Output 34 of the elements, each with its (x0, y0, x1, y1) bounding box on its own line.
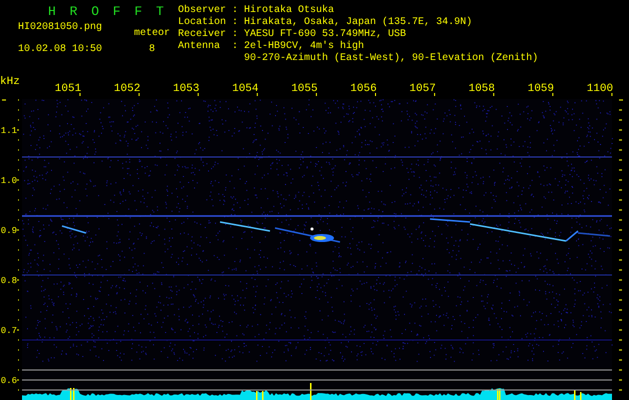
x-axis-label: 1100 (586, 83, 614, 95)
info-value: Hirotaka Otsuka (244, 5, 336, 16)
info-value: YAESU FT-690 53.749MHz, USB (244, 29, 408, 40)
timestamp: 10.02.08 10:50 (18, 44, 104, 56)
info-separator: : (232, 41, 238, 53)
info-value: 90-270-Azimuth (East-West), 90-Elevation (Zenith) (244, 53, 538, 65)
file-name: HI02081050.png (18, 22, 104, 35)
info-label: Location (178, 17, 226, 28)
x-axis-label: 1056 (350, 83, 377, 95)
x-axis-label: 1054 (232, 83, 258, 95)
info-separator: : (232, 29, 238, 41)
y-axis-label: 0.7 (0, 326, 17, 336)
counter-value: 8 (148, 44, 156, 56)
info-separator: : (232, 17, 238, 29)
info-label: Receiver (178, 29, 226, 41)
y-axis-label: 1.1 (0, 126, 17, 136)
y-axis-label: 0.8 (0, 276, 17, 286)
x-axis-label: 1051 (54, 83, 82, 95)
info-label: Observer (178, 5, 226, 16)
info-label: Antenna (178, 41, 222, 53)
x-axis-label: 1053 (173, 83, 200, 95)
y-axis-label: 1.0 (0, 176, 17, 186)
app-title: H R O F F T (47, 4, 168, 20)
x-axis-label: 1057 (409, 83, 436, 95)
info-value: Hirakata, Osaka, Japan (135.7E, 34.9N) (244, 17, 474, 29)
x-axis-label: 1059 (528, 83, 554, 95)
y-axis-label: 0.6 (0, 376, 17, 386)
axis-unit-label: kHz (0, 76, 20, 88)
info-value: 2el-HB9CV, 4m's high (244, 41, 366, 52)
info-separator: : (232, 5, 238, 17)
x-axis-label: 1052 (114, 83, 140, 95)
y-axis-label: 0.9 (0, 226, 17, 236)
x-axis-label: 1055 (291, 83, 318, 95)
x-axis-label: 1058 (468, 83, 495, 95)
